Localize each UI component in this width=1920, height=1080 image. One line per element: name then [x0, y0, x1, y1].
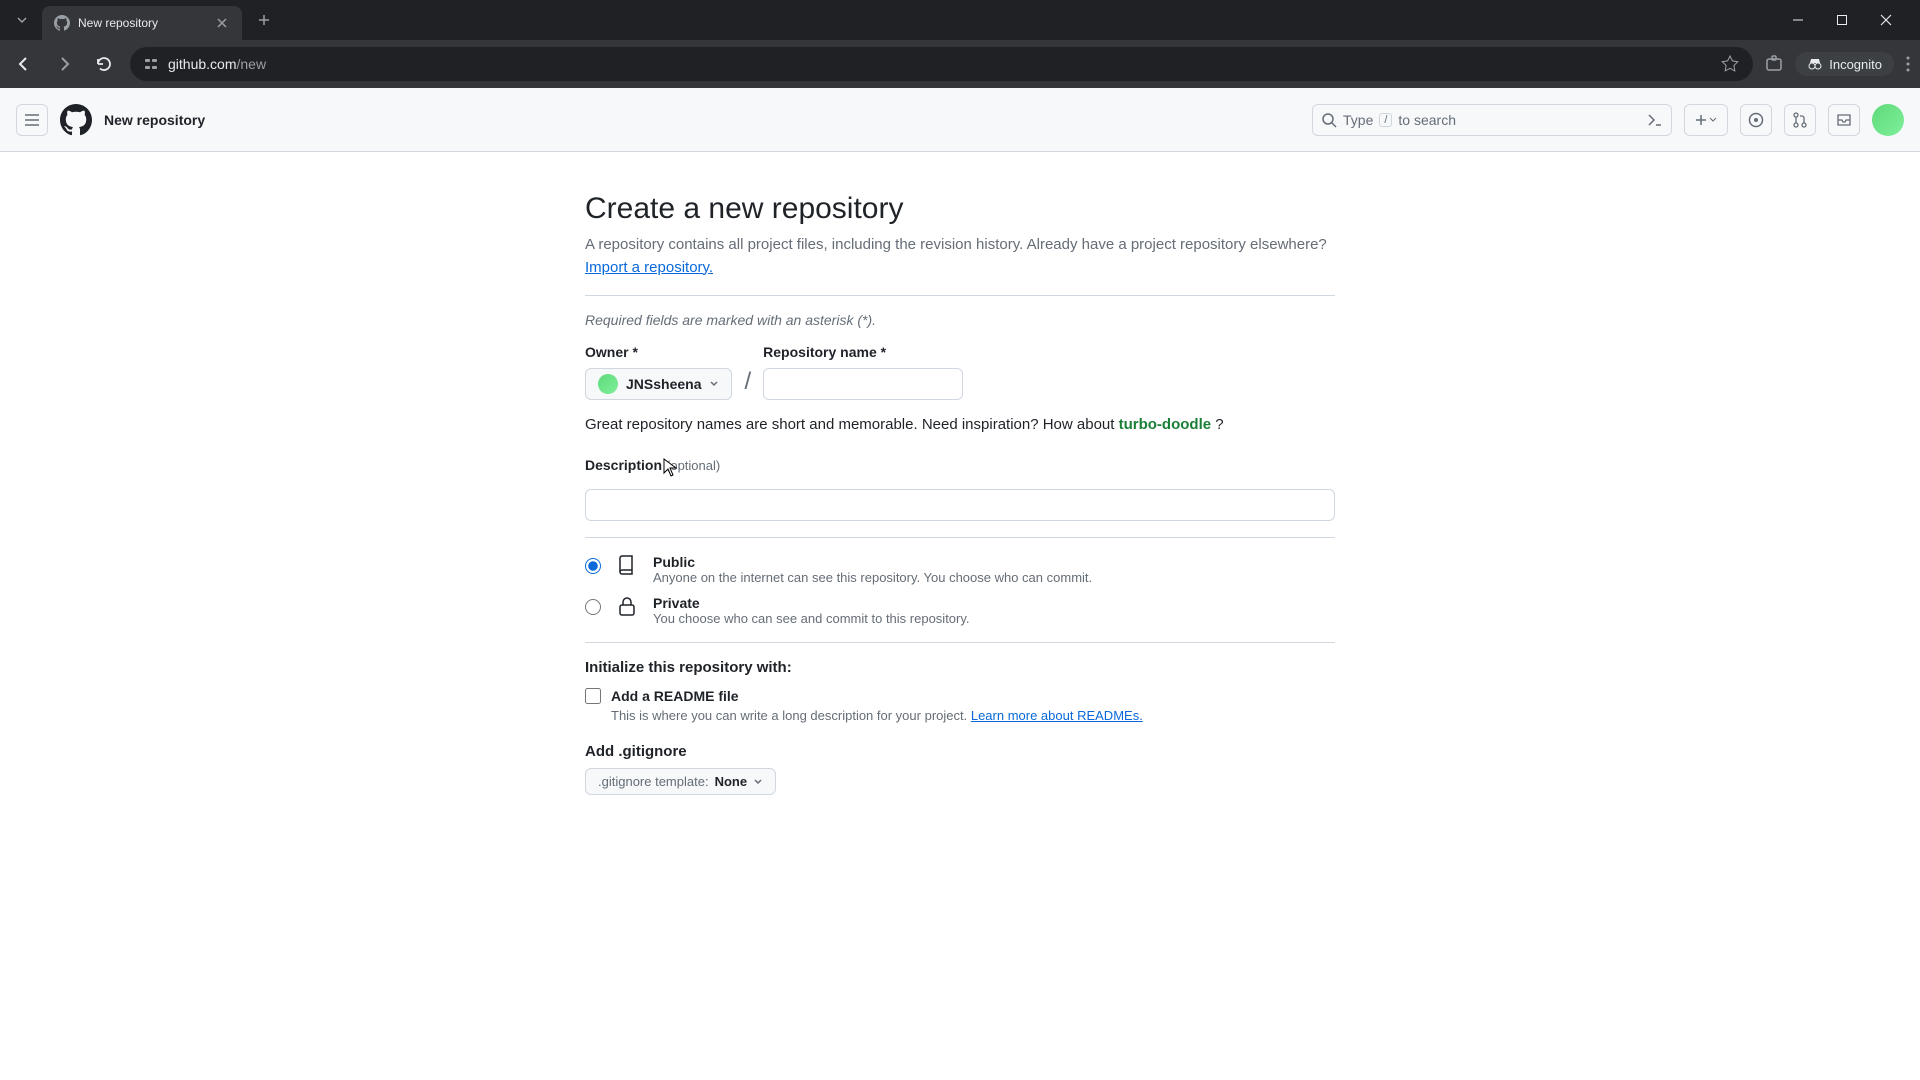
gh-issues-button[interactable]	[1740, 104, 1772, 136]
github-favicon	[54, 15, 70, 31]
chevron-down-icon	[1709, 116, 1717, 124]
maximize-button[interactable]	[1832, 10, 1852, 30]
incognito-label: Incognito	[1829, 57, 1882, 72]
close-icon	[1880, 14, 1892, 26]
chevron-down-icon	[753, 777, 763, 787]
minimize-icon	[1792, 14, 1804, 26]
gh-search-button[interactable]: Type / to search	[1312, 104, 1672, 136]
close-icon	[217, 18, 227, 28]
chevron-down-icon	[16, 14, 28, 26]
plus-icon	[1695, 114, 1707, 126]
browser-tab[interactable]: New repository	[42, 6, 242, 40]
description-label: Description	[585, 457, 662, 473]
kebab-icon	[1906, 56, 1910, 72]
divider	[585, 295, 1335, 296]
readme-description: This is where you can write a long descr…	[611, 708, 1335, 723]
description-optional: (optional)	[666, 458, 720, 473]
owner-repo-separator: /	[744, 368, 751, 396]
browser-menu-button[interactable]	[1906, 56, 1910, 72]
add-readme-label: Add a README file	[611, 688, 739, 704]
add-readme-option[interactable]: Add a README file	[585, 688, 1335, 704]
close-window-button[interactable]	[1876, 10, 1896, 30]
gh-create-menu-button[interactable]	[1684, 104, 1728, 136]
new-tab-button[interactable]	[250, 6, 278, 34]
public-desc: Anyone on the internet can see this repo…	[653, 570, 1092, 585]
inbox-icon	[1836, 112, 1852, 128]
tab-title: New repository	[78, 16, 206, 30]
private-title: Private	[653, 595, 970, 611]
divider	[585, 642, 1335, 643]
issues-icon	[1748, 112, 1764, 128]
divider	[585, 537, 1335, 538]
owner-avatar-icon	[598, 374, 618, 394]
incognito-indicator[interactable]: Incognito	[1795, 52, 1894, 76]
search-placeholder-suffix: to search	[1398, 112, 1456, 128]
address-bar[interactable]: github.com/new	[130, 47, 1753, 81]
visibility-private-option[interactable]: Private You choose who can see and commi…	[585, 595, 1335, 626]
import-repository-link[interactable]: Import a repository.	[585, 259, 713, 276]
plus-icon	[258, 14, 270, 26]
owner-label: Owner *	[585, 344, 732, 360]
search-placeholder-prefix: Type	[1343, 112, 1373, 128]
close-tab-button[interactable]	[214, 15, 230, 31]
minimize-button[interactable]	[1788, 10, 1808, 30]
gh-inbox-button[interactable]	[1828, 104, 1860, 136]
gh-page-title: New repository	[104, 112, 205, 128]
readme-learn-more-link[interactable]: Learn more about READMEs.	[971, 708, 1143, 723]
incognito-icon	[1807, 56, 1823, 72]
repo-name-hint: Great repository names are short and mem…	[585, 416, 1335, 433]
gitignore-prefix: .gitignore template:	[598, 774, 709, 789]
gitignore-template-dropdown[interactable]: .gitignore template: None	[585, 768, 776, 795]
description-input[interactable]	[585, 489, 1335, 521]
maximize-icon	[1836, 14, 1848, 26]
add-readme-checkbox[interactable]	[585, 688, 601, 704]
gh-user-avatar[interactable]	[1872, 104, 1904, 136]
command-palette-icon	[1647, 112, 1663, 128]
back-button[interactable]	[10, 50, 38, 78]
owner-dropdown[interactable]: JNSsheena	[585, 368, 732, 400]
site-settings-icon	[144, 57, 158, 71]
private-desc: You choose who can see and commit to thi…	[653, 611, 970, 626]
arrow-right-icon	[55, 55, 73, 73]
required-fields-note: Required fields are marked with an aster…	[585, 312, 1335, 328]
repo-name-suggestion[interactable]: turbo-doodle	[1119, 416, 1211, 433]
forward-button[interactable]	[50, 50, 78, 78]
gh-nav-menu-button[interactable]	[16, 104, 48, 136]
hamburger-icon	[24, 112, 40, 128]
visibility-private-radio[interactable]	[585, 599, 601, 615]
repo-name-input[interactable]	[763, 368, 963, 400]
page-subtitle: A repository contains all project files,…	[585, 234, 1335, 279]
chevron-down-icon	[709, 379, 719, 389]
gh-pullrequests-button[interactable]	[1784, 104, 1816, 136]
public-title: Public	[653, 554, 1092, 570]
github-logo[interactable]	[60, 104, 92, 136]
repo-icon	[615, 554, 639, 578]
reload-button[interactable]	[90, 50, 118, 78]
tab-list-dropdown[interactable]	[8, 6, 36, 34]
bookmark-star-icon[interactable]	[1721, 55, 1739, 73]
search-icon	[1321, 112, 1337, 128]
initialize-heading: Initialize this repository with:	[585, 659, 1335, 676]
add-gitignore-heading: Add .gitignore	[585, 743, 1335, 760]
lock-icon	[615, 595, 639, 619]
reload-icon	[95, 55, 113, 73]
owner-value: JNSsheena	[626, 376, 701, 392]
visibility-public-radio[interactable]	[585, 558, 601, 574]
gitignore-value: None	[715, 774, 748, 789]
repo-name-label: Repository name *	[763, 344, 963, 360]
pullrequest-icon	[1792, 112, 1808, 128]
extensions-icon[interactable]	[1765, 55, 1783, 73]
visibility-public-option[interactable]: Public Anyone on the internet can see th…	[585, 554, 1335, 585]
page-heading: Create a new repository	[585, 192, 1335, 226]
search-keyhint: /	[1379, 113, 1392, 127]
url-text: github.com/new	[168, 56, 266, 72]
arrow-left-icon	[15, 55, 33, 73]
